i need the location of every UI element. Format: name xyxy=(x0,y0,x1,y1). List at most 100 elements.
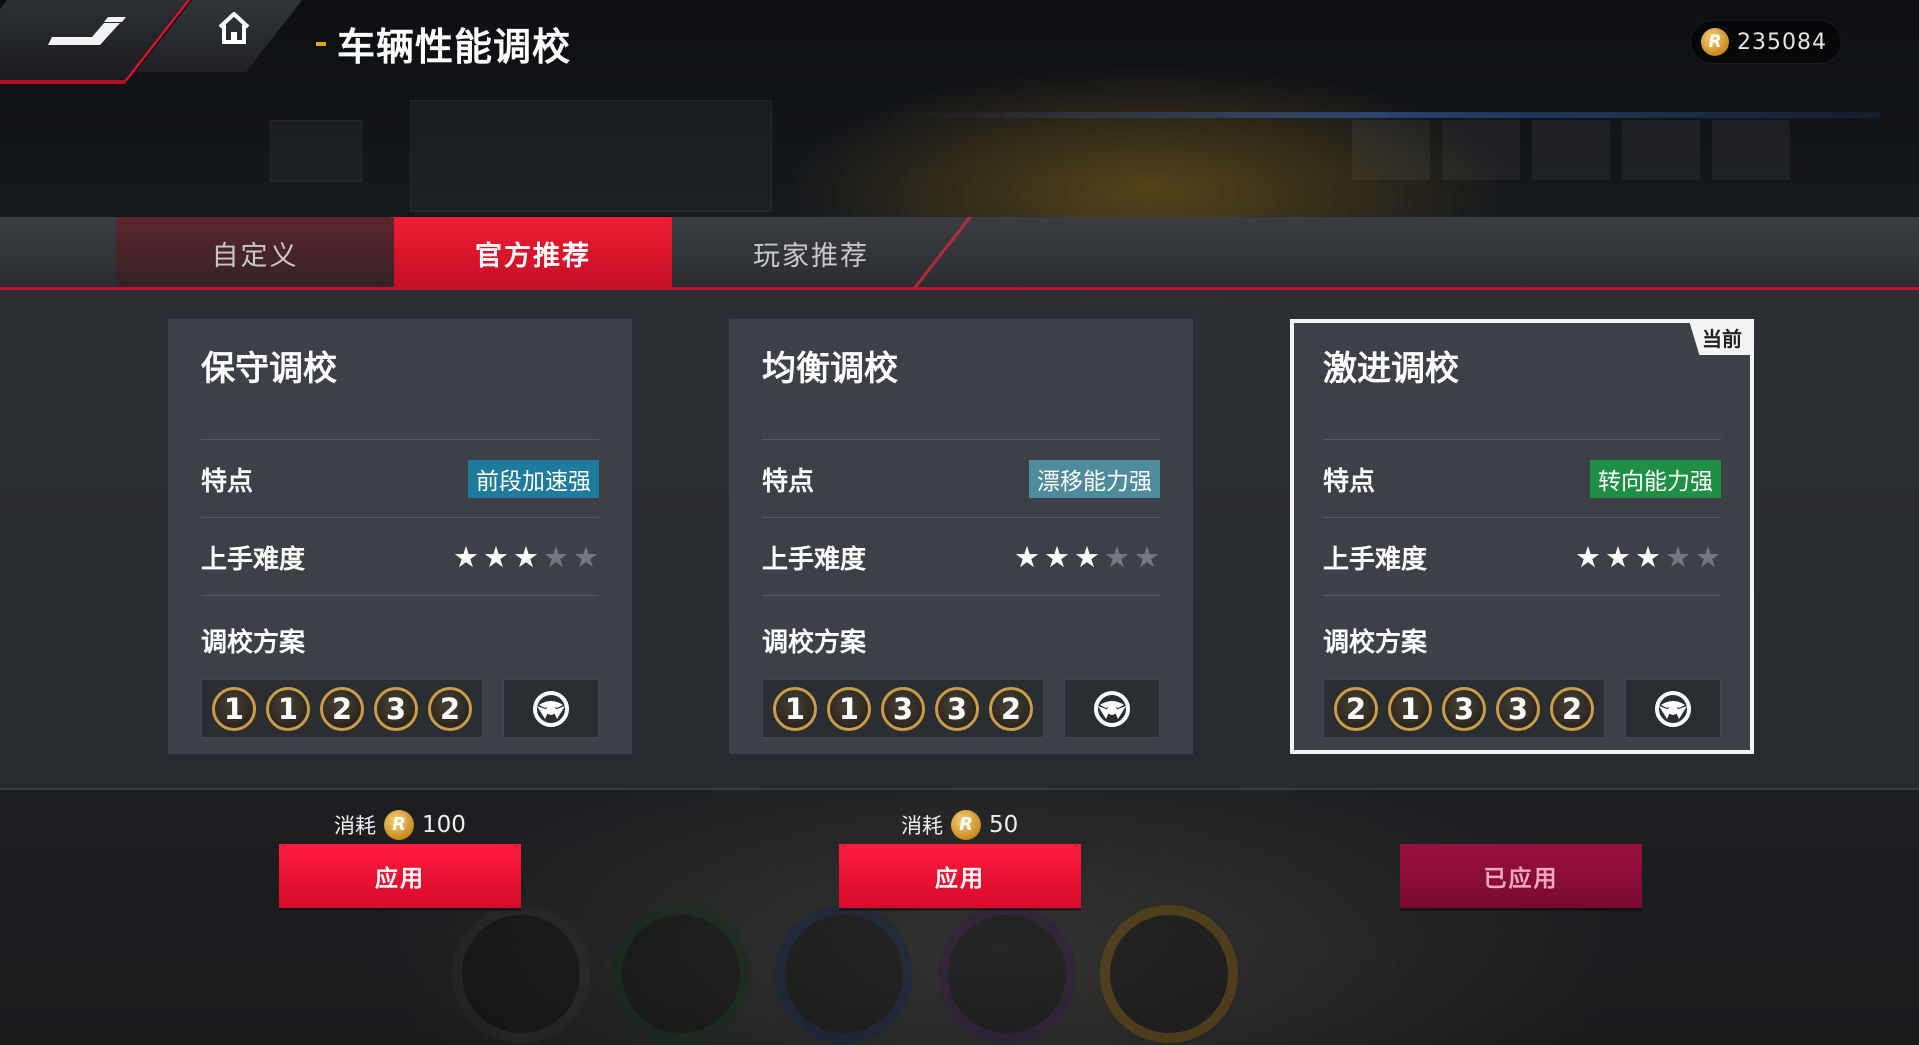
feature-row: 特点 转向能力强 xyxy=(1323,439,1721,518)
background-gauge xyxy=(612,905,750,1043)
background-slot xyxy=(1352,120,1430,180)
header-left xyxy=(0,0,320,84)
apply-button-balanced[interactable]: 应用 xyxy=(839,844,1081,908)
coin-icon xyxy=(951,810,981,840)
tab-official-recommended[interactable]: 官方推荐 xyxy=(394,217,672,289)
coin-icon xyxy=(1701,28,1729,56)
background-gauge xyxy=(938,905,1076,1043)
star-icon: ★ xyxy=(1104,540,1130,574)
background-slot xyxy=(1442,120,1520,180)
scheme-label: 调校方案 xyxy=(201,628,306,658)
star-icon: ★ xyxy=(483,540,509,574)
scheme-level: 3 xyxy=(935,686,979,731)
scheme-level: 1 xyxy=(1388,686,1432,731)
applied-button-aggressive[interactable]: 已应用 xyxy=(1400,844,1642,908)
steering-wheel-button[interactable] xyxy=(1625,679,1721,738)
steering-wheel-icon xyxy=(533,690,569,727)
scheme-row: 调校方案 2 1 3 3 2 xyxy=(1323,595,1721,745)
card-title: 保守调校 xyxy=(201,349,337,389)
tuning-scheme: 2 1 3 3 2 xyxy=(1323,679,1605,738)
scheme-level: 2 xyxy=(1550,686,1594,731)
feature-row: 特点 前段加速强 xyxy=(201,439,599,518)
star-icon: ★ xyxy=(453,540,479,574)
star-icon: ★ xyxy=(1014,540,1040,574)
scheme-level: 2 xyxy=(989,686,1033,731)
scheme-row: 调校方案 1 1 3 3 2 xyxy=(762,595,1160,745)
coin-balance-value: 235084 xyxy=(1737,29,1827,55)
card-title: 激进调校 xyxy=(1323,349,1459,389)
difficulty-row: 上手难度 ★ ★ ★ ★ ★ xyxy=(201,517,599,596)
tuning-card-balanced[interactable]: 均衡调校 特点 漂移能力强 上手难度 ★ ★ ★ ★ ★ 调校方案 1 1 3 3 2 xyxy=(729,319,1193,754)
scheme-row: 调校方案 1 1 2 3 2 xyxy=(201,595,599,745)
star-icon: ★ xyxy=(1575,540,1601,574)
star-icon: ★ xyxy=(1695,540,1721,574)
coin-balance[interactable]: 235084 xyxy=(1690,20,1842,64)
cost-info-balanced: 消耗 50 xyxy=(901,807,1018,843)
difficulty-label: 上手难度 xyxy=(762,544,867,575)
scheme-level: 2 xyxy=(1334,686,1378,731)
brand-logo-icon xyxy=(38,10,128,64)
scheme-level: 3 xyxy=(1496,686,1540,731)
scheme-level: 2 xyxy=(320,686,364,731)
feature-tag: 转向能力强 xyxy=(1590,460,1721,498)
difficulty-row: 上手难度 ★ ★ ★ ★ ★ xyxy=(762,517,1160,596)
star-icon: ★ xyxy=(513,540,539,574)
current-badge: 当前 xyxy=(1688,319,1754,355)
cost-value: 100 xyxy=(422,812,466,838)
tab-custom[interactable]: 自定义 xyxy=(116,217,394,289)
feature-tag: 前段加速强 xyxy=(468,460,599,498)
scheme-level: 3 xyxy=(1442,686,1486,731)
cost-label: 消耗 xyxy=(334,814,376,838)
difficulty-stars: ★ ★ ★ ★ ★ xyxy=(1014,540,1160,574)
star-icon: ★ xyxy=(1074,540,1100,574)
coin-icon xyxy=(384,810,414,840)
background-slot xyxy=(1712,120,1790,180)
background-panel xyxy=(410,100,772,212)
tab-player-recommended[interactable]: 玩家推荐 xyxy=(672,217,950,289)
star-icon: ★ xyxy=(1605,540,1631,574)
cost-value: 50 xyxy=(989,812,1019,838)
scheme-level: 1 xyxy=(212,686,256,731)
background-slot xyxy=(1532,120,1610,180)
feature-row: 特点 漂移能力强 xyxy=(762,439,1160,518)
background-stripe xyxy=(880,112,1880,118)
tuning-card-conservative[interactable]: 保守调校 特点 前段加速强 上手难度 ★ ★ ★ ★ ★ 调校方案 1 1 2 3 2 xyxy=(168,319,632,754)
title-accent xyxy=(316,42,326,46)
steering-wheel-icon xyxy=(1655,690,1691,727)
steering-wheel-button[interactable] xyxy=(503,679,599,738)
tuning-card-aggressive[interactable]: 当前 激进调校 特点 转向能力强 上手难度 ★ ★ ★ ★ ★ 调校方案 2 1 3 3… xyxy=(1290,319,1754,754)
star-icon: ★ xyxy=(1665,540,1691,574)
scheme-label: 调校方案 xyxy=(1323,628,1428,658)
content-divider xyxy=(0,788,1919,790)
background-gauge xyxy=(1100,905,1238,1043)
apply-button-conservative[interactable]: 应用 xyxy=(279,844,521,908)
cost-label: 消耗 xyxy=(901,814,943,838)
difficulty-stars: ★ ★ ★ ★ ★ xyxy=(1575,540,1721,574)
scheme-level: 2 xyxy=(428,686,472,731)
feature-label: 特点 xyxy=(1323,466,1376,497)
difficulty-stars: ★ ★ ★ ★ ★ xyxy=(453,540,599,574)
background-slot xyxy=(1622,120,1700,180)
background-panel xyxy=(270,120,362,182)
star-icon: ★ xyxy=(1134,540,1160,574)
scheme-level: 1 xyxy=(266,686,310,731)
difficulty-row: 上手难度 ★ ★ ★ ★ ★ xyxy=(1323,517,1721,596)
feature-tag: 漂移能力强 xyxy=(1029,460,1160,498)
feature-label: 特点 xyxy=(762,466,815,497)
home-icon[interactable] xyxy=(214,8,254,48)
scheme-level: 1 xyxy=(773,686,817,731)
scheme-level: 3 xyxy=(881,686,925,731)
feature-label: 特点 xyxy=(201,466,254,497)
tuning-scheme: 1 1 3 3 2 xyxy=(762,679,1044,738)
steering-wheel-button[interactable] xyxy=(1064,679,1160,738)
difficulty-label: 上手难度 xyxy=(1323,544,1428,575)
card-title: 均衡调校 xyxy=(762,349,898,389)
star-icon: ★ xyxy=(1635,540,1661,574)
background-gauge xyxy=(452,905,590,1043)
steering-wheel-icon xyxy=(1094,690,1130,727)
star-icon: ★ xyxy=(573,540,599,574)
background-gauge xyxy=(775,905,913,1043)
tuning-scheme: 1 1 2 3 2 xyxy=(201,679,483,738)
cost-info-conservative: 消耗 100 xyxy=(334,807,466,843)
star-icon: ★ xyxy=(1044,540,1070,574)
